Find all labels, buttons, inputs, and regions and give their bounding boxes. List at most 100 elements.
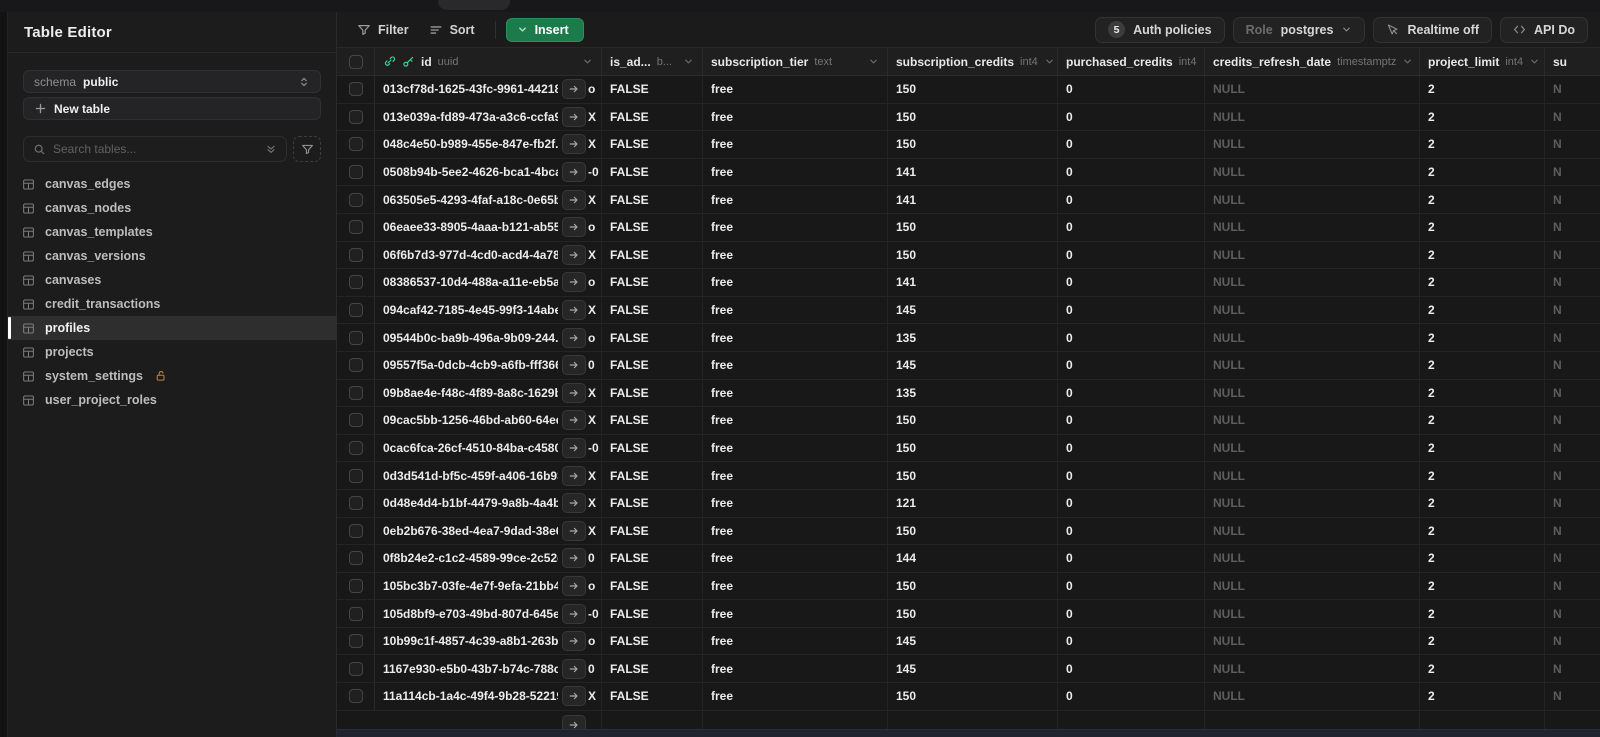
row-checkbox[interactable] xyxy=(348,109,363,124)
cell-subscription_clipped[interactable]: N xyxy=(1545,518,1600,545)
table-row[interactable]: 013e039a-fd89-473a-a3c6-ccfa9... X FALSE… xyxy=(337,103,1600,132)
cell-purchased_credits[interactable]: 0 xyxy=(1058,434,1205,462)
cell-subscription_clipped[interactable]: N xyxy=(1545,407,1600,434)
row-select-cell[interactable] xyxy=(337,103,375,131)
cell-id[interactable]: 10b99c1f-4857-4c39-a8b1-263b8... o xyxy=(375,627,602,655)
cell-subscription_credits[interactable]: 141 xyxy=(888,269,1058,296)
cell-subscription_tier[interactable]: free xyxy=(703,213,888,241)
filter-button[interactable]: Filter xyxy=(347,18,419,42)
cell-subscription_credits[interactable]: 150 xyxy=(888,572,1058,600)
expand-row-button[interactable] xyxy=(562,355,586,376)
cell-is_admin[interactable]: FALSE xyxy=(602,351,703,379)
cell-purchased_credits[interactable]: 0 xyxy=(1058,379,1205,407)
cell-project_limit[interactable]: 2 xyxy=(1420,351,1545,379)
expand-row-button[interactable] xyxy=(562,300,586,321)
cell-id[interactable]: 09544b0c-ba9b-496a-9b09-244... o xyxy=(375,324,602,351)
cell-purchased_credits[interactable]: 0 xyxy=(1058,241,1205,269)
expand-row-button[interactable] xyxy=(562,327,586,348)
cell-project_limit[interactable]: 2 xyxy=(1420,76,1545,103)
cell-purchased_credits[interactable]: 0 xyxy=(1058,76,1205,103)
column-header-is_admin[interactable]: is_ad... b... xyxy=(602,48,703,75)
cell-purchased_credits[interactable]: 0 xyxy=(1058,489,1205,517)
table-row[interactable]: 1167e930-e5b0-43b7-b74c-788c9... 0 FALSE… xyxy=(337,655,1600,684)
sort-button[interactable]: Sort xyxy=(419,18,485,42)
table-row[interactable]: 06eaee33-8905-4aaa-b121-ab552... o FALSE… xyxy=(337,213,1600,242)
cell-project_limit[interactable]: 2 xyxy=(1420,324,1545,351)
cell-subscription_tier[interactable]: free xyxy=(703,379,888,407)
cell-id[interactable]: 0d3d541d-bf5c-459f-a406-16b93... X xyxy=(375,462,602,489)
cell-credits_refresh_date[interactable]: NULL xyxy=(1205,296,1420,324)
cell-subscription_tier[interactable]: free xyxy=(703,158,888,186)
cell-subscription_clipped[interactable]: N xyxy=(1545,131,1600,158)
cell-subscription_credits[interactable]: 145 xyxy=(888,351,1058,379)
cell-id[interactable]: 0508b94b-5ee2-4626-bca1-4bca... -0 xyxy=(375,158,602,186)
role-select[interactable]: Role postgres xyxy=(1232,16,1366,43)
cell-credits_refresh_date[interactable]: NULL xyxy=(1205,76,1420,103)
row-checkbox[interactable] xyxy=(348,689,363,704)
cell-subscription_clipped[interactable]: N xyxy=(1545,545,1600,572)
cell-project_limit[interactable]: 2 xyxy=(1420,545,1545,572)
cell-subscription_clipped[interactable]: N xyxy=(1545,159,1600,186)
cell-purchased_credits[interactable]: 0 xyxy=(1058,655,1205,683)
cell-is_admin[interactable]: FALSE xyxy=(602,186,703,213)
cell-credits_refresh_date[interactable]: NULL xyxy=(1205,213,1420,241)
cell-is_admin[interactable]: FALSE xyxy=(602,76,703,103)
row-select-cell[interactable] xyxy=(337,434,375,462)
search-tables-box[interactable] xyxy=(23,136,287,162)
cell-purchased_credits[interactable]: 0 xyxy=(1058,517,1205,545)
cell-project_limit[interactable]: 2 xyxy=(1420,517,1545,545)
cell-project_limit[interactable]: 2 xyxy=(1420,379,1545,407)
table-row[interactable]: 08386537-10d4-488a-a11e-eb5a6... o FALSE… xyxy=(337,269,1600,297)
cell-id[interactable]: 105bc3b7-03fe-4e7f-9efa-21bb40... o xyxy=(375,572,602,600)
cell-is_admin[interactable]: FALSE xyxy=(602,655,703,683)
row-select-cell[interactable] xyxy=(337,213,375,241)
new-table-button[interactable]: New table xyxy=(23,97,321,120)
realtime-toggle-button[interactable]: Realtime off xyxy=(1373,16,1493,43)
sidebar-item-canvas_edges[interactable]: canvas_edges xyxy=(8,172,337,196)
cell-subscription_clipped[interactable]: N xyxy=(1545,76,1600,103)
column-menu-chevron-icon[interactable] xyxy=(582,56,593,67)
cell-subscription_clipped[interactable]: N xyxy=(1545,490,1600,517)
cell-project_limit[interactable]: 2 xyxy=(1420,131,1545,158)
cell-is_admin[interactable]: FALSE xyxy=(602,572,703,600)
expand-row-button[interactable] xyxy=(562,272,586,293)
sidebar-filter-button[interactable] xyxy=(293,136,321,162)
row-checkbox[interactable] xyxy=(348,247,363,262)
cell-subscription_credits[interactable]: 144 xyxy=(888,545,1058,572)
cell-subscription_credits[interactable]: 150 xyxy=(888,434,1058,462)
cell-project_limit[interactable] xyxy=(1420,710,1545,729)
expand-row-button[interactable] xyxy=(562,189,586,210)
cell-id[interactable]: 013e039a-fd89-473a-a3c6-ccfa9... X xyxy=(375,103,602,131)
cell-purchased_credits[interactable]: 0 xyxy=(1058,296,1205,324)
row-checkbox[interactable] xyxy=(348,578,363,593)
expand-row-button[interactable] xyxy=(562,79,586,100)
cell-project_limit[interactable]: 2 xyxy=(1420,269,1545,296)
row-select-cell[interactable] xyxy=(337,158,375,186)
expand-row-button[interactable] xyxy=(562,244,586,265)
cell-subscription_clipped[interactable]: N xyxy=(1545,324,1600,351)
cell-is_admin[interactable]: FALSE xyxy=(602,517,703,545)
cell-id[interactable]: 09cac5bb-1256-46bd-ab60-64ed... X xyxy=(375,407,602,434)
cell-is_admin[interactable]: FALSE xyxy=(602,296,703,324)
cell-subscription_credits[interactable]: 150 xyxy=(888,462,1058,489)
table-row[interactable]: 09b8ae4e-f48c-4f89-8a8c-1629b... X FALSE… xyxy=(337,379,1600,408)
row-checkbox[interactable] xyxy=(348,441,363,456)
sidebar-item-canvas_versions[interactable]: canvas_versions xyxy=(8,244,337,268)
cell-id[interactable]: 094caf42-7185-4e45-99f3-14abee... X xyxy=(375,296,602,324)
cell-is_admin[interactable]: FALSE xyxy=(602,241,703,269)
cell-credits_refresh_date[interactable]: NULL xyxy=(1205,131,1420,158)
cell-project_limit[interactable]: 2 xyxy=(1420,241,1545,269)
cell-purchased_credits[interactable]: 0 xyxy=(1058,545,1205,572)
expand-row-button[interactable] xyxy=(562,658,586,679)
table-row[interactable]: 11a114cb-1a4c-49f4-9b28-52219ec... X FAL… xyxy=(337,683,1600,711)
cell-id[interactable]: 09557f5a-0dcb-4cb9-a6fb-fff366... 0 xyxy=(375,351,602,379)
insert-button[interactable]: Insert xyxy=(505,17,584,42)
sidebar-item-canvas_nodes[interactable]: canvas_nodes xyxy=(8,196,337,220)
cell-subscription_credits[interactable] xyxy=(888,710,1058,729)
cell-subscription_credits[interactable]: 121 xyxy=(888,489,1058,517)
table-row[interactable]: 0d48e4d4-b1bf-4479-9a8b-4a4b... X FALSE … xyxy=(337,489,1600,518)
expand-row-button[interactable] xyxy=(562,217,586,238)
cell-project_limit[interactable]: 2 xyxy=(1420,600,1545,627)
expand-row-button[interactable] xyxy=(562,631,586,652)
cell-purchased_credits[interactable]: 0 xyxy=(1058,683,1205,710)
